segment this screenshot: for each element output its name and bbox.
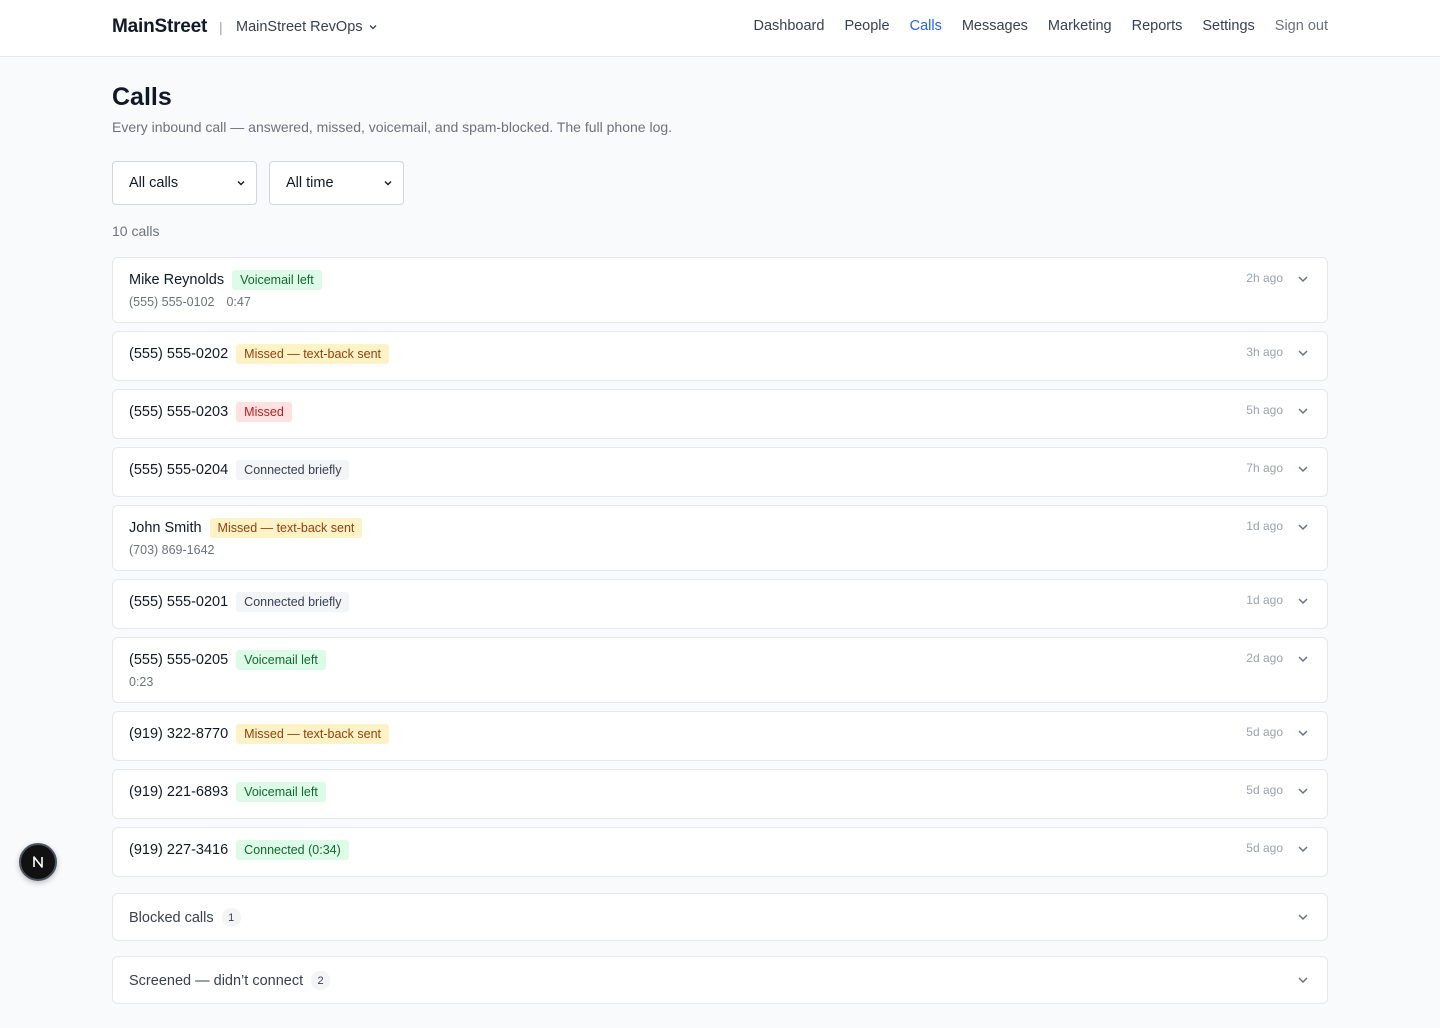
brand-logo[interactable]: MainStreet bbox=[112, 16, 207, 38]
main-nav: Dashboard People Calls Messages Marketin… bbox=[734, 18, 1329, 34]
nav-settings[interactable]: Settings bbox=[1202, 18, 1254, 34]
nav-messages[interactable]: Messages bbox=[962, 18, 1028, 34]
blocked-calls-count: 1 bbox=[221, 908, 241, 927]
call-time: 1d ago bbox=[1246, 593, 1283, 607]
screened-calls-label: Screened — didn’t connect bbox=[129, 972, 304, 989]
dev-tools-button[interactable] bbox=[19, 843, 57, 881]
call-row[interactable]: (555) 555-0202 Missed — text-back sent 3… bbox=[112, 331, 1328, 381]
sign-out-link[interactable]: Sign out bbox=[1275, 18, 1328, 34]
caller-name: (555) 555-0202 bbox=[129, 346, 229, 362]
call-duration: 0:47 bbox=[226, 295, 251, 309]
org-switcher[interactable]: MainStreet RevOps bbox=[236, 19, 378, 35]
call-time: 2h ago bbox=[1246, 271, 1283, 285]
status-badge: Missed — text-back sent bbox=[236, 344, 390, 364]
caller-name: (919) 322-8770 bbox=[129, 726, 229, 742]
status-badge: Voicemail left bbox=[236, 650, 326, 670]
caller-name: Mike Reynolds bbox=[129, 272, 225, 288]
page-subtitle: Every inbound call — answered, missed, v… bbox=[112, 119, 673, 135]
chevron-down-icon[interactable] bbox=[1297, 911, 1309, 923]
caller-name: (555) 555-0203 bbox=[129, 404, 229, 420]
call-row[interactable]: John Smith Missed — text-back sent (703)… bbox=[112, 505, 1328, 571]
nav-dashboard[interactable]: Dashboard bbox=[754, 18, 825, 34]
chevron-down-icon[interactable] bbox=[1297, 727, 1309, 739]
brand-separator: | bbox=[219, 19, 223, 35]
call-row[interactable]: (555) 555-0204 Connected briefly 7h ago bbox=[112, 447, 1328, 497]
caller-name: (919) 221-6893 bbox=[129, 784, 229, 800]
call-list: Mike Reynolds Voicemail left (555) 555-0… bbox=[112, 257, 1328, 885]
chevron-down-icon bbox=[237, 181, 245, 186]
call-time: 5h ago bbox=[1246, 403, 1283, 417]
chevron-down-icon[interactable] bbox=[1297, 843, 1309, 855]
nav-marketing[interactable]: Marketing bbox=[1048, 18, 1112, 34]
caller-name: (555) 555-0204 bbox=[129, 462, 229, 478]
chevron-down-icon[interactable] bbox=[1297, 463, 1309, 475]
chevron-down-icon[interactable] bbox=[1297, 653, 1309, 665]
call-time: 2d ago bbox=[1246, 651, 1283, 665]
call-row[interactable]: (919) 322-8770 Missed — text-back sent 5… bbox=[112, 711, 1328, 761]
call-row[interactable]: Mike Reynolds Voicemail left (555) 555-0… bbox=[112, 257, 1328, 323]
chevron-down-icon[interactable] bbox=[1297, 347, 1309, 359]
n-logo-icon bbox=[33, 856, 43, 868]
blocked-calls-section[interactable]: Blocked calls 1 bbox=[112, 893, 1328, 941]
status-badge: Connected briefly bbox=[236, 460, 350, 480]
chevron-down-icon[interactable] bbox=[1297, 521, 1309, 533]
caller-phone: (703) 869-1642 bbox=[129, 543, 215, 557]
blocked-calls-label: Blocked calls bbox=[129, 909, 214, 926]
caller-name: (555) 555-0205 bbox=[129, 652, 229, 668]
caller-name: (919) 227-3416 bbox=[129, 842, 229, 858]
time-range-select[interactable]: All time bbox=[269, 161, 404, 205]
chevron-down-icon[interactable] bbox=[1297, 273, 1309, 285]
status-badge: Connected briefly bbox=[236, 592, 350, 612]
call-row[interactable]: (555) 555-0201 Connected briefly 1d ago bbox=[112, 579, 1328, 629]
call-time: 1d ago bbox=[1246, 519, 1283, 533]
call-time: 5d ago bbox=[1246, 783, 1283, 797]
call-row[interactable]: (555) 555-0205 Voicemail left 0:23 2d ag… bbox=[112, 637, 1328, 703]
call-type-value: All calls bbox=[129, 175, 179, 191]
nav-people[interactable]: People bbox=[844, 18, 889, 34]
call-row[interactable]: (919) 221-6893 Voicemail left 5d ago bbox=[112, 769, 1328, 819]
caller-name: (555) 555-0201 bbox=[129, 594, 229, 610]
call-time: 5d ago bbox=[1246, 725, 1283, 739]
status-badge: Missed — text-back sent bbox=[236, 724, 390, 744]
call-type-select[interactable]: All calls bbox=[112, 161, 257, 205]
status-badge: Connected (0:34) bbox=[236, 840, 349, 860]
chevron-down-icon[interactable] bbox=[1297, 974, 1309, 986]
chevron-down-icon bbox=[384, 181, 392, 186]
screened-calls-section[interactable]: Screened — didn’t connect 2 bbox=[112, 956, 1328, 1004]
chevron-down-icon[interactable] bbox=[1297, 405, 1309, 417]
call-time: 7h ago bbox=[1246, 461, 1283, 475]
time-range-value: All time bbox=[286, 175, 334, 191]
call-row[interactable]: (919) 227-3416 Connected (0:34) 5d ago bbox=[112, 827, 1328, 877]
call-count: 10 calls bbox=[112, 223, 160, 239]
caller-phone: (555) 555-0102 bbox=[129, 295, 215, 309]
status-badge: Missed — text-back sent bbox=[209, 518, 363, 538]
org-switcher-label: MainStreet RevOps bbox=[236, 19, 363, 35]
chevron-down-icon[interactable] bbox=[1297, 785, 1309, 797]
screened-calls-count: 2 bbox=[311, 971, 331, 990]
top-navbar: MainStreet | MainStreet RevOps Dashboard… bbox=[0, 0, 1440, 57]
call-row[interactable]: (555) 555-0203 Missed 5h ago bbox=[112, 389, 1328, 439]
call-time: 3h ago bbox=[1246, 345, 1283, 359]
nav-calls[interactable]: Calls bbox=[910, 18, 942, 34]
status-badge: Voicemail left bbox=[232, 270, 322, 290]
filter-bar: All calls All time bbox=[112, 161, 404, 205]
status-badge: Voicemail left bbox=[236, 782, 326, 802]
chevron-down-icon bbox=[369, 25, 376, 30]
caller-name: John Smith bbox=[129, 520, 202, 536]
call-duration: 0:23 bbox=[129, 675, 154, 689]
call-time: 5d ago bbox=[1246, 841, 1283, 855]
nav-reports[interactable]: Reports bbox=[1132, 18, 1183, 34]
page-title: Calls bbox=[112, 83, 172, 111]
chevron-down-icon[interactable] bbox=[1297, 595, 1309, 607]
status-badge: Missed bbox=[236, 402, 292, 422]
